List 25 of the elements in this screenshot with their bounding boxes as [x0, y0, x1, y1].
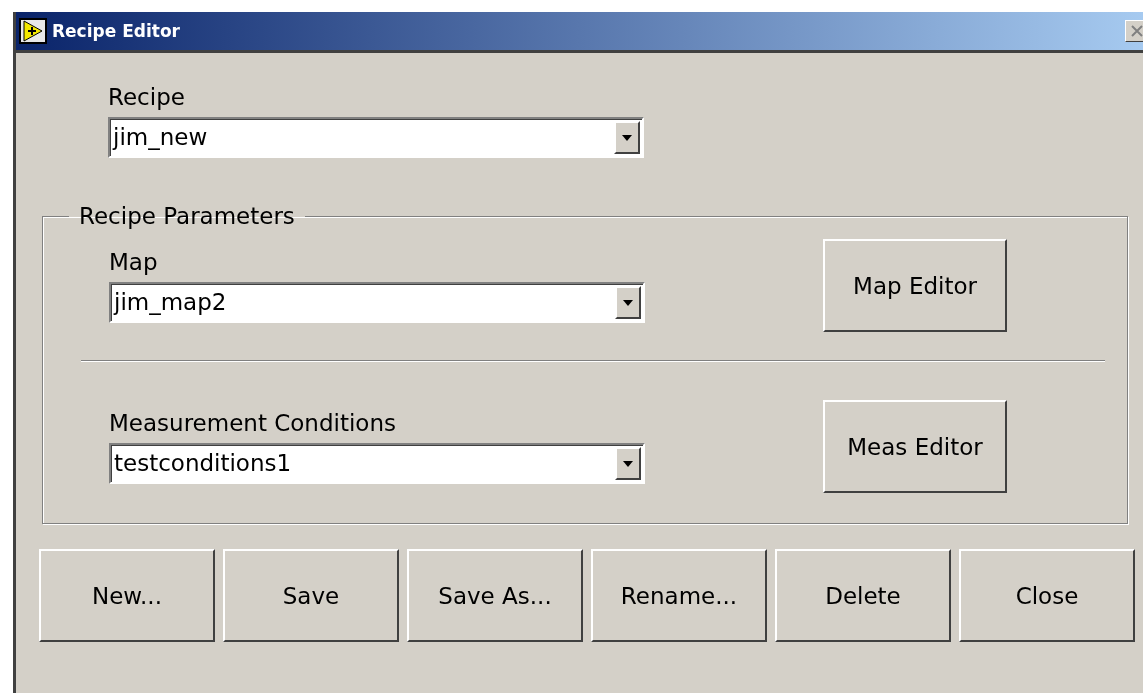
action-button[interactable]: New...: [39, 549, 215, 642]
action-button[interactable]: Delete: [775, 549, 951, 642]
dropdown-arrow-button[interactable]: [615, 286, 641, 319]
caret-icon: [623, 460, 633, 467]
field-label: Recipe: [108, 83, 186, 111]
caret-icon: [623, 299, 633, 306]
action-button[interactable]: Save: [223, 549, 399, 642]
dropdown-arrow-button[interactable]: [614, 121, 640, 154]
action-button[interactable]: Close: [959, 549, 1135, 642]
select-dropdown[interactable]: jim_map2: [109, 282, 645, 323]
group-title: Recipe Parameters: [78, 203, 296, 229]
editor-button[interactable]: Meas Editor: [823, 400, 1007, 493]
select-dropdown[interactable]: testconditions1: [109, 443, 645, 484]
dropdown-arrow-button[interactable]: [615, 447, 641, 480]
editor-button[interactable]: Map Editor: [823, 239, 1007, 332]
field-label: Map: [109, 248, 159, 276]
close-icon: [1130, 24, 1143, 38]
caret-icon: [622, 134, 632, 141]
action-button[interactable]: Rename...: [591, 549, 767, 642]
action-button[interactable]: Save As...: [407, 549, 583, 642]
recipe-dropdown[interactable]: jim_new: [108, 117, 644, 158]
window-title: Recipe Editor: [52, 21, 181, 41]
app-icon: [18, 17, 48, 45]
field-label: Measurement Conditions: [109, 409, 397, 437]
close-button[interactable]: [1125, 20, 1143, 42]
